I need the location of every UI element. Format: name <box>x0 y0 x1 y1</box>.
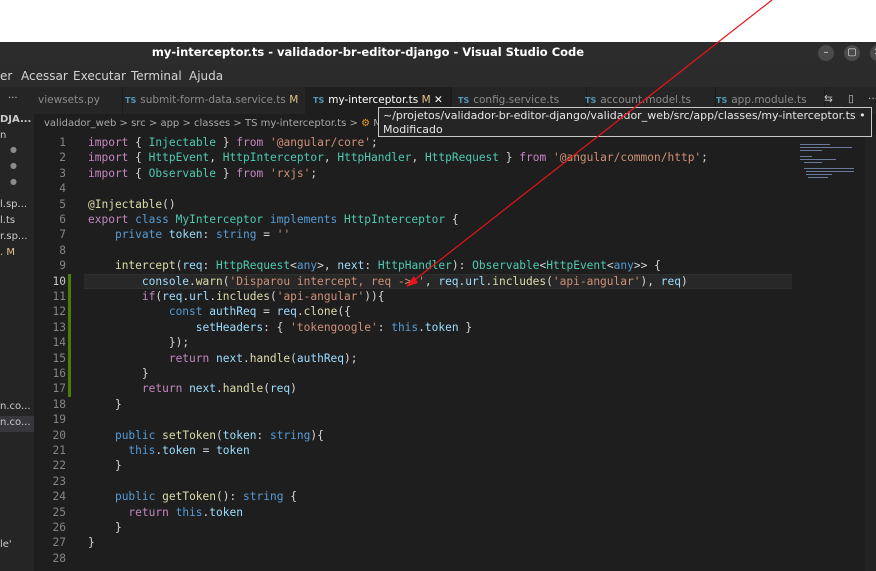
annotation-arrow <box>406 0 773 287</box>
arrow-line <box>411 0 773 283</box>
arrow-head <box>406 276 418 287</box>
